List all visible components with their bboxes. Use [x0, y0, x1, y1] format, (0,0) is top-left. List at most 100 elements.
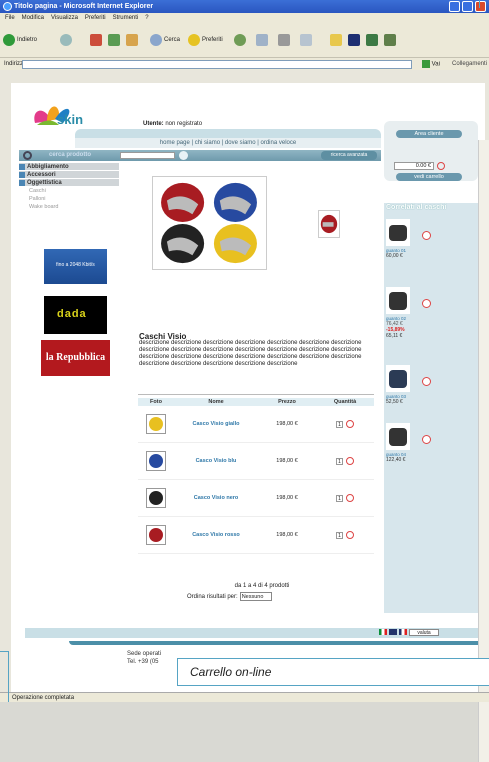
related-add-to-cart-icon[interactable]	[422, 435, 431, 444]
mail-button[interactable]	[256, 34, 268, 46]
glove-icon	[389, 369, 407, 388]
address-input[interactable]	[22, 60, 412, 69]
related-add-to-cart-icon[interactable]	[422, 377, 431, 386]
search-button[interactable]: Cerca	[150, 34, 180, 46]
helmet-red-icon	[149, 528, 163, 542]
sort-select[interactable]: Nessuno	[239, 592, 272, 601]
menu-preferiti[interactable]: Preferiti	[85, 13, 106, 24]
print-icon	[278, 34, 290, 46]
product-photo[interactable]	[146, 451, 166, 471]
menu-bar: File Modifica Visualizza Preferiti Strum…	[0, 13, 489, 24]
uk-flag-icon[interactable]	[389, 629, 397, 635]
helmet-thumbnail[interactable]	[318, 210, 340, 238]
quantity-input[interactable]: 1	[336, 420, 343, 428]
top-nav[interactable]: home page | chi siamo | dove siamo | ord…	[75, 138, 381, 148]
user-status: Utente: non registrato	[143, 121, 203, 127]
back-button[interactable]: Indietro	[3, 34, 37, 46]
maximize-button[interactable]	[462, 1, 473, 12]
title-bar: Titolo pagina - Microsoft Internet Explo…	[0, 0, 489, 13]
quantity-input[interactable]: 1	[336, 494, 343, 502]
go-button[interactable]: Vai	[422, 60, 448, 69]
product-price: 198,00 €	[276, 421, 298, 427]
product-name-link[interactable]: Casco Visio rosso	[174, 532, 258, 538]
close-button[interactable]	[475, 1, 486, 12]
links-label[interactable]: Collegamenti	[452, 58, 487, 70]
menu-help[interactable]: ?	[145, 13, 148, 24]
dada-banner[interactable]: dada	[44, 296, 107, 334]
advanced-search-button[interactable]: ricerca avanzata	[321, 151, 377, 160]
quantity-input[interactable]: 1	[336, 457, 343, 465]
folder-button[interactable]	[330, 34, 342, 46]
quantity-input[interactable]: 1	[336, 531, 343, 539]
callout-line	[0, 651, 8, 652]
search-input[interactable]	[120, 152, 175, 159]
back-arrow-icon	[3, 34, 15, 46]
edit-button[interactable]	[300, 34, 312, 46]
currency-button[interactable]: valuta	[409, 629, 439, 636]
repubblica-banner[interactable]: la Repubblica	[41, 340, 110, 376]
divider	[138, 394, 374, 395]
edit-icon	[300, 34, 312, 46]
tool-button[interactable]	[384, 34, 396, 46]
refresh-button[interactable]	[108, 34, 120, 46]
related-add-to-cart-icon[interactable]	[422, 299, 431, 308]
product-name-link[interactable]: Casco Visio nero	[174, 495, 258, 501]
category-oggettistica[interactable]: Oggettistica	[19, 179, 119, 187]
messenger-button[interactable]	[366, 34, 378, 46]
view-cart-button[interactable]: vedi carrello	[396, 173, 462, 181]
refresh-icon	[108, 34, 120, 46]
forward-button[interactable]	[60, 34, 72, 46]
product-name-link[interactable]: Casco Visio giallo	[174, 421, 258, 427]
product-photo[interactable]	[146, 414, 166, 434]
search-icon	[150, 34, 162, 46]
web-page: skin Utente: non registrato home page | …	[11, 83, 485, 692]
menu-visualizza[interactable]: Visualizza	[51, 13, 78, 24]
menu-strumenti[interactable]: Strumenti	[113, 13, 139, 24]
table-row: Casco Visio blu 198,00 € 1	[138, 443, 374, 480]
related-item[interactable]: guanto 03 52,50 €	[386, 365, 416, 405]
caption-label: Carrello on-line	[177, 658, 489, 686]
home-button[interactable]	[126, 34, 138, 46]
h-button[interactable]	[348, 34, 360, 46]
add-to-cart-icon[interactable]	[346, 420, 354, 428]
product-photo[interactable]	[146, 488, 166, 508]
related-item[interactable]: guanto 02 76,42 € -15,89% 65,11 €	[386, 287, 416, 339]
glove-icon	[389, 224, 407, 241]
folder-icon	[330, 34, 342, 46]
print-button[interactable]	[278, 34, 290, 46]
add-to-cart-icon[interactable]	[346, 531, 354, 539]
add-to-cart-icon[interactable]	[346, 494, 354, 502]
related-item[interactable]: guanto 04 122,40 €	[386, 423, 416, 463]
glove-icon	[389, 427, 407, 446]
subcategory-palloni[interactable]: Palloni	[19, 195, 119, 203]
product-name-link[interactable]: Casco Visio blu	[174, 458, 258, 464]
toolbar: Indietro Cerca Preferiti	[0, 24, 489, 58]
history-button[interactable]	[234, 34, 246, 46]
stop-button[interactable]	[90, 34, 102, 46]
add-to-cart-icon[interactable]	[346, 457, 354, 465]
search-go-button[interactable]	[179, 151, 188, 160]
product-photo[interactable]	[146, 525, 166, 545]
pagination-info: da 1 a 4 di 4 prodotti	[234, 583, 290, 589]
search-bar: cerca prodotto ricerca avanzata	[19, 150, 381, 161]
table-row: Casco Visio giallo 198,00 € 1	[138, 406, 374, 443]
subcategory-caschi[interactable]: Caschi	[19, 187, 119, 195]
related-add-to-cart-icon[interactable]	[422, 231, 431, 240]
menu-modifica[interactable]: Modifica	[22, 13, 44, 24]
france-flag-icon[interactable]	[399, 629, 407, 635]
related-title: Correlati al caschi	[386, 204, 447, 211]
table-row: Casco Visio nero 198,00 € 1	[138, 480, 374, 517]
related-products: Correlati al caschi guanto 01 60,00 € gu…	[384, 203, 478, 613]
menu-file[interactable]: File	[5, 13, 15, 24]
minimize-button[interactable]	[449, 1, 460, 12]
area-cliente-button[interactable]: Area cliente	[396, 130, 462, 138]
helmet-black-icon	[161, 223, 205, 264]
logo-text: skin	[57, 112, 84, 127]
related-item[interactable]: guanto 01 60,00 €	[386, 219, 416, 259]
subcategory-wake-board[interactable]: Wake board	[19, 203, 119, 211]
minus-icon	[19, 179, 25, 186]
helmet-yellow-icon	[149, 417, 163, 431]
adsl-banner[interactable]: fino a 2048 Kbit/s	[44, 249, 107, 284]
italy-flag-icon[interactable]	[379, 629, 387, 635]
favorites-button[interactable]: Preferiti	[188, 34, 223, 46]
